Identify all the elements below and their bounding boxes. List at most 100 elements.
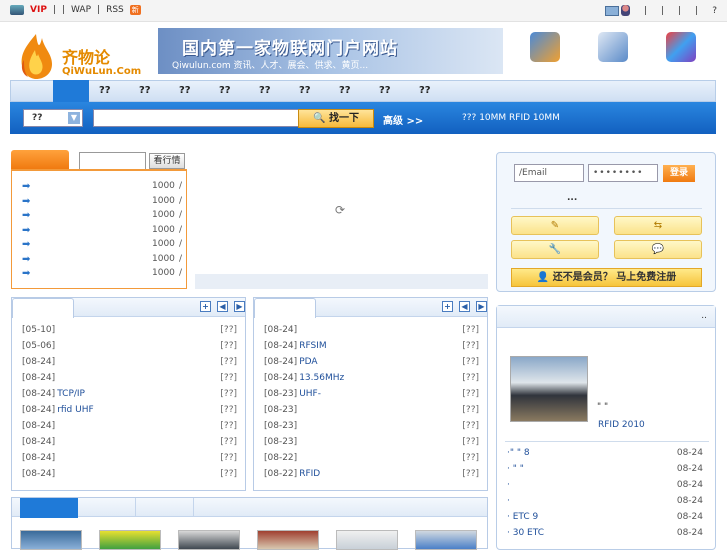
news-title[interactable]: PDA	[299, 357, 317, 367]
news-photo[interactable]	[510, 356, 588, 422]
news-tag[interactable]: [??]	[220, 453, 237, 463]
news-tab[interactable]	[12, 298, 74, 318]
list-item[interactable]: · 30 ETC 08-24	[507, 528, 703, 542]
news-tag[interactable]: [??]	[462, 405, 479, 415]
news-tag[interactable]: [??]	[462, 357, 479, 367]
news-tag[interactable]: [??]	[220, 469, 237, 479]
product-thumbnail[interactable]	[336, 530, 398, 550]
list-item[interactable]: [08-24] [??]	[22, 469, 237, 483]
wap-link[interactable]: WAP	[71, 5, 91, 15]
news-tag[interactable]: [??]	[462, 325, 479, 335]
list-item[interactable]: [08-24] [??]	[22, 437, 237, 451]
login-button[interactable]: 登录	[663, 165, 695, 182]
photo-caption[interactable]: RFID 2010	[598, 420, 645, 430]
product-thumbnail[interactable]	[257, 530, 319, 550]
prev-icon[interactable]: ◀	[459, 301, 470, 312]
list-item[interactable]: [08-23] UHF- [??]	[264, 389, 479, 403]
next-icon[interactable]: ▶	[476, 301, 487, 312]
community-icon[interactable]	[530, 32, 560, 62]
nav-item[interactable]: ??	[339, 85, 351, 96]
login-links[interactable]: ...	[567, 193, 577, 203]
register-button[interactable]: 👤 还不是会员？ 马上免费注册	[511, 268, 702, 287]
product-thumbnail[interactable]	[178, 530, 240, 550]
list-item[interactable]: ➡ 1000 /	[22, 252, 182, 266]
product-thumbnail[interactable]	[415, 530, 477, 550]
list-item[interactable]: ➡ 1000 /	[22, 179, 182, 193]
product-thumbnail[interactable]	[99, 530, 161, 550]
news-tag[interactable]: [??]	[462, 437, 479, 447]
search-button[interactable]: 🔍 找一下	[298, 109, 374, 128]
list-item[interactable]: [08-22] [??]	[264, 453, 479, 467]
news-title[interactable]: · ETC 9	[507, 512, 538, 522]
plus-icon[interactable]: +	[442, 301, 453, 312]
news-title[interactable]: RFID	[299, 469, 320, 479]
list-item[interactable]: [08-23] [??]	[264, 437, 479, 451]
message-button[interactable]: 💬	[614, 240, 702, 259]
list-item[interactable]: [08-24] [??]	[22, 453, 237, 467]
news-tab[interactable]	[254, 298, 316, 318]
next-icon[interactable]: ▶	[234, 301, 245, 312]
list-item[interactable]: [08-24] RFSIM [??]	[264, 341, 479, 355]
list-item[interactable]: [05-06] [??]	[22, 341, 237, 355]
password-field[interactable]: ••••••••	[588, 164, 658, 182]
news-title[interactable]: 13.56MHz	[299, 373, 344, 383]
news-tag[interactable]: [??]	[462, 341, 479, 351]
list-item[interactable]: [08-24] rfid UHF [??]	[22, 405, 237, 419]
list-item[interactable]: [08-23] [??]	[264, 405, 479, 419]
nav-item[interactable]: ??	[179, 85, 191, 96]
news-title[interactable]: TCP/IP	[57, 389, 85, 399]
site-logo[interactable]: 齐物论 QiWuLun.Com	[14, 28, 144, 84]
vip-link[interactable]: VIP	[30, 5, 47, 15]
news-tag[interactable]: [??]	[220, 373, 237, 383]
photo-caption[interactable]: " "	[597, 402, 608, 412]
list-item[interactable]: [05-10] [??]	[22, 325, 237, 339]
nav-item[interactable]: ??	[299, 85, 311, 96]
user-icon[interactable]	[621, 5, 631, 16]
hot-keywords[interactable]: ??? 10MM RFID 10MM	[462, 113, 560, 123]
rss-link[interactable]: RSS	[106, 5, 124, 15]
news-tag[interactable]: [??]	[220, 389, 237, 399]
list-item[interactable]: [08-22] RFID [??]	[264, 469, 479, 483]
news-title[interactable]: ·	[507, 496, 510, 506]
help-link[interactable]: ?	[712, 6, 717, 16]
search-input[interactable]	[93, 109, 299, 127]
nav-item[interactable]: ??	[99, 85, 111, 96]
cube-icon[interactable]	[666, 32, 696, 62]
edit-button[interactable]: ✎	[511, 216, 599, 235]
more-link[interactable]: ..	[701, 311, 707, 321]
product-thumbnail[interactable]	[20, 530, 82, 550]
ranking-tab[interactable]	[11, 150, 69, 169]
list-item[interactable]: [08-24] 13.56MHz [??]	[264, 373, 479, 387]
news-title[interactable]: UHF-	[299, 389, 321, 399]
news-tag[interactable]: [??]	[220, 405, 237, 415]
list-item[interactable]: ➡ 1000 /	[22, 194, 182, 208]
news-tag[interactable]: [??]	[220, 437, 237, 447]
news-tag[interactable]: [??]	[462, 373, 479, 383]
news-title[interactable]: ·" " 8	[507, 448, 530, 458]
news-title[interactable]: RFSIM	[299, 341, 326, 351]
nav-item[interactable]: ??	[379, 85, 391, 96]
transfer-button[interactable]: ⇆	[614, 216, 702, 235]
list-item[interactable]: [08-24] TCP/IP [??]	[22, 389, 237, 403]
nav-home-tab[interactable]	[53, 80, 89, 102]
product-tab[interactable]	[78, 498, 136, 517]
nav-item[interactable]: ??	[259, 85, 271, 96]
list-item[interactable]: ➡ 1000 /	[22, 237, 182, 251]
nav-item[interactable]: ??	[139, 85, 151, 96]
list-item[interactable]: [08-24] [??]	[22, 357, 237, 371]
quote-input[interactable]	[79, 152, 146, 170]
news-title[interactable]: ·	[507, 480, 510, 490]
list-item[interactable]: [08-24] [??]	[22, 421, 237, 435]
news-title[interactable]: rfid UHF	[57, 405, 93, 415]
list-item[interactable]: [08-24] [??]	[22, 373, 237, 387]
news-tag[interactable]: [??]	[220, 421, 237, 431]
list-item[interactable]: [08-24] [??]	[264, 325, 479, 339]
tools-button[interactable]: 🔧	[511, 240, 599, 259]
list-item[interactable]: · ETC 9 08-24	[507, 512, 703, 526]
prev-icon[interactable]: ◀	[217, 301, 228, 312]
email-field[interactable]: /Email	[514, 164, 584, 182]
advanced-search-link[interactable]: 高级 >>	[383, 112, 423, 127]
mail-icon[interactable]	[605, 5, 620, 16]
list-item[interactable]: ➡ 1000 /	[22, 208, 182, 222]
news-tag[interactable]: [??]	[220, 325, 237, 335]
